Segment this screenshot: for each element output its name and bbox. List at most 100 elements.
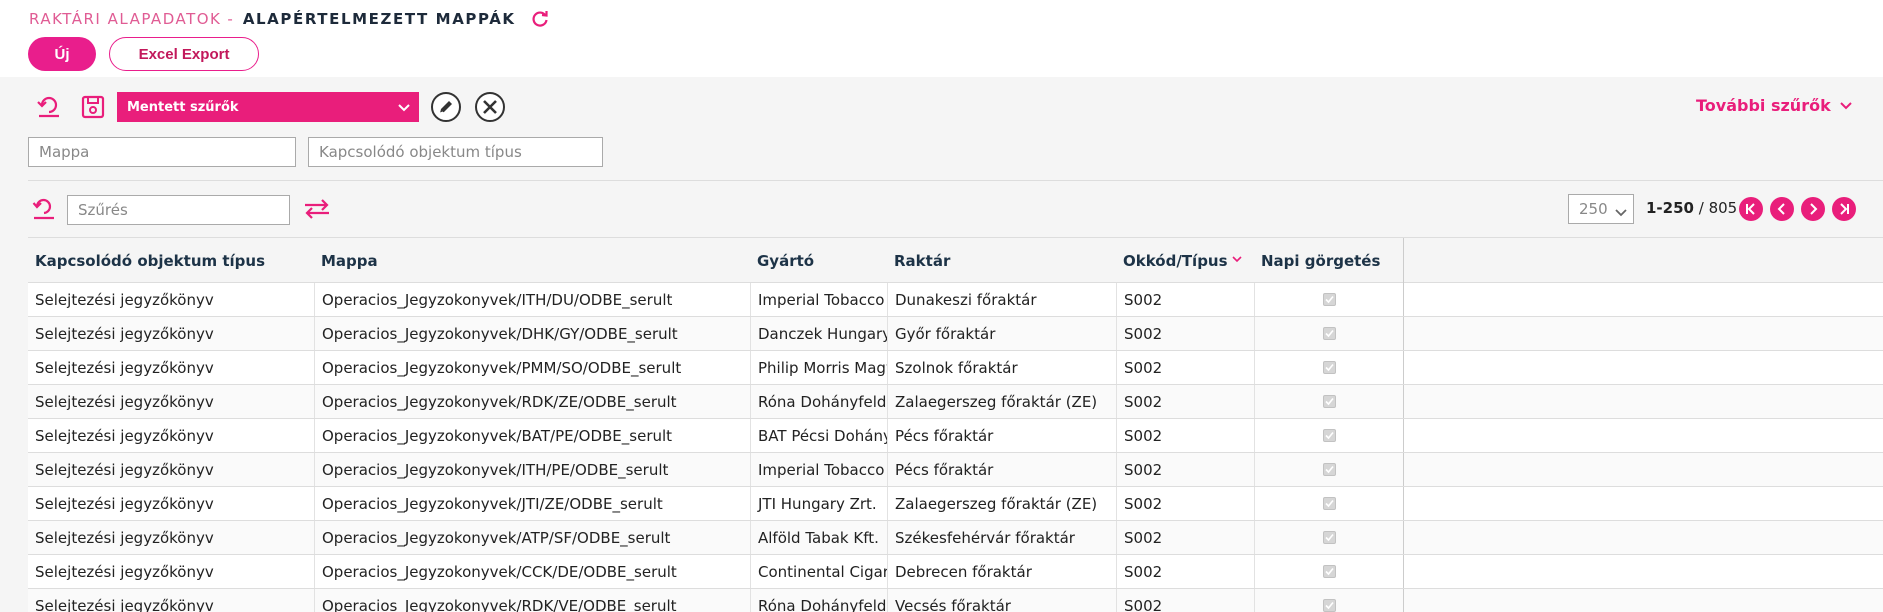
reset-filter-icon[interactable] <box>31 196 57 222</box>
table-row[interactable]: Selejtezési jegyzőkönyv Operacios_Jegyzok… <box>28 283 1883 317</box>
pager-range: 1-250 / 805 <box>1646 199 1737 217</box>
checkbox-checked-icon <box>1322 497 1336 510</box>
swap-icon[interactable] <box>303 197 331 221</box>
cell-daily-scroll <box>1254 555 1404 588</box>
cell-warehouse: Zalaegerszeg főraktár (ZE) <box>887 385 1116 418</box>
cell-folder: Operacios_Jegyzokonyvek/RDK/VE/ODBE_seru… <box>314 589 750 612</box>
first-page-icon[interactable] <box>1739 197 1763 221</box>
excel-export-button[interactable]: Excel Export <box>109 37 259 71</box>
cell-code: S002 <box>1116 283 1254 316</box>
cell-warehouse: Székesfehérvár főraktár <box>887 521 1116 554</box>
cell-object-type: Selejtezési jegyzőkönyv <box>35 324 214 343</box>
table-row[interactable]: Selejtezési jegyzőkönyv Operacios_Jegyzok… <box>28 487 1883 521</box>
close-icon[interactable] <box>475 92 505 122</box>
object-type-filter-input[interactable]: Kapcsolódó objektum típus <box>308 137 603 167</box>
checkbox-checked-icon <box>1322 429 1336 442</box>
cell-code: S002 <box>1116 385 1254 418</box>
table-row[interactable]: Selejtezési jegyzőkönyv Operacios_Jegyzok… <box>28 521 1883 555</box>
cell-object-type: Selejtezési jegyzőkönyv <box>35 290 214 309</box>
page-title: RAKTÁRI ALAPADATOK - ALAPÉRTELMEZETT MAP… <box>29 9 550 29</box>
quick-filter-input[interactable]: Szűrés <box>67 195 290 225</box>
cell-object-type: Selejtezési jegyzőkönyv <box>35 426 214 445</box>
data-table: Kapcsolódó objektum típus Mappa Gyártó R… <box>28 237 1883 612</box>
table-row[interactable]: Selejtezési jegyzőkönyv Operacios_Jegyzok… <box>28 453 1883 487</box>
cell-daily-scroll <box>1254 317 1404 350</box>
chevron-down-icon <box>397 100 411 118</box>
cell-daily-scroll <box>1254 521 1404 554</box>
column-header-code[interactable]: Okkód/Típus <box>1116 238 1254 284</box>
checkbox-checked-icon <box>1322 327 1336 340</box>
page-size-select[interactable]: 250 <box>1568 194 1634 224</box>
cell-warehouse: Győr főraktár <box>887 317 1116 350</box>
table-row[interactable]: Selejtezési jegyzőkönyv Operacios_Jegyzok… <box>28 351 1883 385</box>
cell-warehouse: Pécs főraktár <box>887 453 1116 486</box>
column-header-daily-scroll[interactable]: Napi görgetés <box>1254 238 1404 284</box>
refresh-icon[interactable] <box>530 9 550 29</box>
cell-folder: Operacios_Jegyzokonyvek/PMM/SO/ODBE_seru… <box>314 351 750 384</box>
section-divider <box>28 180 1883 181</box>
cell-code: S002 <box>1116 589 1254 612</box>
table-row[interactable]: Selejtezési jegyzőkönyv Operacios_Jegyzok… <box>28 385 1883 419</box>
checkbox-checked-icon <box>1322 599 1336 612</box>
cell-maker: Imperial Tobacco M <box>750 283 887 316</box>
table-header: Kapcsolódó objektum típus Mappa Gyártó R… <box>28 237 1883 284</box>
page-size-value: 250 <box>1579 200 1608 218</box>
edit-icon[interactable] <box>431 92 461 122</box>
pager-range-value: 1-250 <box>1646 199 1694 217</box>
sort-desc-icon <box>1231 249 1242 267</box>
more-filters-button[interactable]: További szűrők <box>1696 96 1853 115</box>
cell-daily-scroll <box>1254 385 1404 418</box>
cell-daily-scroll <box>1254 419 1404 452</box>
saved-filters-label: Mentett szűrők <box>127 99 239 115</box>
chevron-down-icon <box>1839 96 1853 115</box>
table-row[interactable]: Selejtezési jegyzőkönyv Operacios_Jegyzok… <box>28 555 1883 589</box>
cell-maker: Alföld Tabak Kft. <box>750 521 887 554</box>
cell-folder: Operacios_Jegyzokonyvek/RDK/ZE/ODBE_seru… <box>314 385 750 418</box>
cell-folder: Operacios_Jegyzokonyvek/ITH/PE/ODBE_seru… <box>314 453 750 486</box>
checkbox-checked-icon <box>1322 361 1336 374</box>
column-header-object-type[interactable]: Kapcsolódó objektum típus <box>28 238 314 284</box>
cell-code: S002 <box>1116 521 1254 554</box>
cell-code: S002 <box>1116 487 1254 520</box>
title-main: ALAPÉRTELMEZETT MAPPÁK <box>242 10 516 28</box>
cell-warehouse: Szolnok főraktár <box>887 351 1116 384</box>
cell-code: S002 <box>1116 555 1254 588</box>
cell-object-type: Selejtezési jegyzőkönyv <box>35 596 214 612</box>
column-header-folder[interactable]: Mappa <box>314 238 750 284</box>
cell-folder: Operacios_Jegyzokonyvek/JTI/ZE/ODBE_seru… <box>314 487 750 520</box>
checkbox-checked-icon <box>1322 531 1336 544</box>
pager-total: / 805 <box>1698 199 1738 217</box>
cell-folder: Operacios_Jegyzokonyvek/ITH/DU/ODBE_seru… <box>314 283 750 316</box>
page-header: RAKTÁRI ALAPADATOK - ALAPÉRTELMEZETT MAP… <box>0 0 1883 77</box>
last-page-icon[interactable] <box>1832 197 1856 221</box>
table-body: Selejtezési jegyzőkönyv Operacios_Jegyzok… <box>28 283 1883 612</box>
title-separator: - <box>227 10 233 28</box>
save-icon[interactable] <box>79 93 107 121</box>
column-header-warehouse[interactable]: Raktár <box>887 238 1116 284</box>
new-button[interactable]: Új <box>28 37 96 71</box>
cell-maker: Continental Cigar H <box>750 555 887 588</box>
reset-filter-icon[interactable] <box>35 93 63 121</box>
cell-daily-scroll <box>1254 351 1404 384</box>
cell-warehouse: Zalaegerszeg főraktár (ZE) <box>887 487 1116 520</box>
table-row[interactable]: Selejtezési jegyzőkönyv Operacios_Jegyzok… <box>28 419 1883 453</box>
cell-maker: BAT Pécsi Dohánygy <box>750 419 887 452</box>
folder-filter-input[interactable]: Mappa <box>28 137 296 167</box>
saved-filters-select[interactable]: Mentett szűrők <box>117 92 419 122</box>
checkbox-checked-icon <box>1322 293 1336 306</box>
cell-code: S002 <box>1116 317 1254 350</box>
column-header-maker[interactable]: Gyártó <box>750 238 887 284</box>
table-row[interactable]: Selejtezési jegyzőkönyv Operacios_Jegyzok… <box>28 589 1883 612</box>
more-filters-label: További szűrők <box>1696 96 1831 115</box>
cell-daily-scroll <box>1254 589 1404 612</box>
cell-daily-scroll <box>1254 283 1404 316</box>
table-row[interactable]: Selejtezési jegyzőkönyv Operacios_Jegyzok… <box>28 317 1883 351</box>
checkbox-checked-icon <box>1322 565 1336 578</box>
prev-page-icon[interactable] <box>1770 197 1794 221</box>
cell-folder: Operacios_Jegyzokonyvek/CCK/DE/ODBE_seru… <box>314 555 750 588</box>
chevron-down-icon <box>1615 204 1627 222</box>
next-page-icon[interactable] <box>1801 197 1825 221</box>
cell-warehouse: Pécs főraktár <box>887 419 1116 452</box>
cell-code: S002 <box>1116 419 1254 452</box>
cell-code: S002 <box>1116 351 1254 384</box>
